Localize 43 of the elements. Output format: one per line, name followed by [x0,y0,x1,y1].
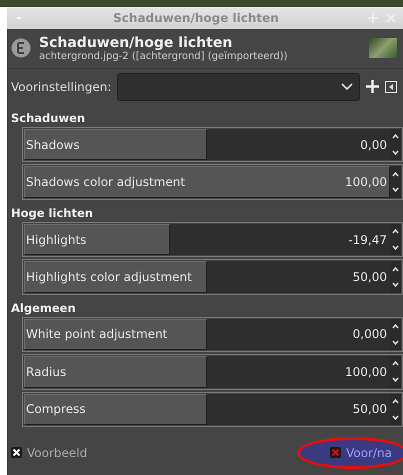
slider-label: Shadows color adjustment [25,175,186,190]
spin-buttons[interactable] [390,261,401,293]
spin-buttons[interactable] [390,318,401,350]
section-heading: Schaduwen [10,110,86,127]
slider-label: Shadows [25,138,81,152]
plus-icon[interactable] [366,80,379,94]
slider[interactable]: Radius 100,00 [24,356,390,388]
spin-buttons[interactable] [390,166,401,198]
slider-value: 0,00 [360,138,388,152]
spin-buttons[interactable] [390,394,401,425]
slider-label: White point adjustment [25,327,168,342]
slider-label: Radius [25,364,68,379]
presets-label: Voorinstellingen: [11,80,112,94]
dialog-title: Schaduwen/hoge lichten [39,34,232,51]
image-thumbnail [369,38,397,58]
section-heading: Algemeen [10,300,77,317]
spin-buttons[interactable] [390,128,401,160]
slider-value: 50,00 [352,270,388,284]
slider-value: 100,00 [345,175,388,190]
slider-value: -19,47 [348,232,388,246]
slider[interactable]: Highlights color adjustment 50,00 [24,261,390,293]
spin-buttons[interactable] [390,356,401,388]
slider[interactable]: Compress 50,00 [24,394,390,425]
window-title: Schaduwen/hoge lichten [112,10,280,25]
slider-label: Highlights color adjustment [25,270,193,284]
slider[interactable]: Shadows color adjustment 100,00 [24,166,390,198]
layer-name: achtergrond.jpg-2 ([achtergrond] (geïmporteerd)) [39,50,289,62]
split-view-label: Voor/na [346,446,392,460]
filter-icon [11,38,31,58]
slider-value: 0,000 [352,327,388,342]
checkbox[interactable] [330,447,342,458]
slider[interactable]: White point adjustment 0,000 [24,318,390,350]
slider[interactable]: Shadows 0,00 [24,128,390,160]
slider-value: 100,00 [345,364,388,379]
preview-label: Voorbeeld [27,446,88,460]
section-heading: Hoge lichten [10,204,94,222]
slider[interactable]: Highlights -19,47 [24,224,390,256]
slider-label: Highlights [25,232,88,246]
slider-label: Compress [25,402,87,416]
chevron-down-icon [341,82,353,91]
checkbox[interactable] [11,447,22,458]
slider-value: 50,00 [352,402,388,416]
spin-buttons[interactable] [390,224,401,256]
